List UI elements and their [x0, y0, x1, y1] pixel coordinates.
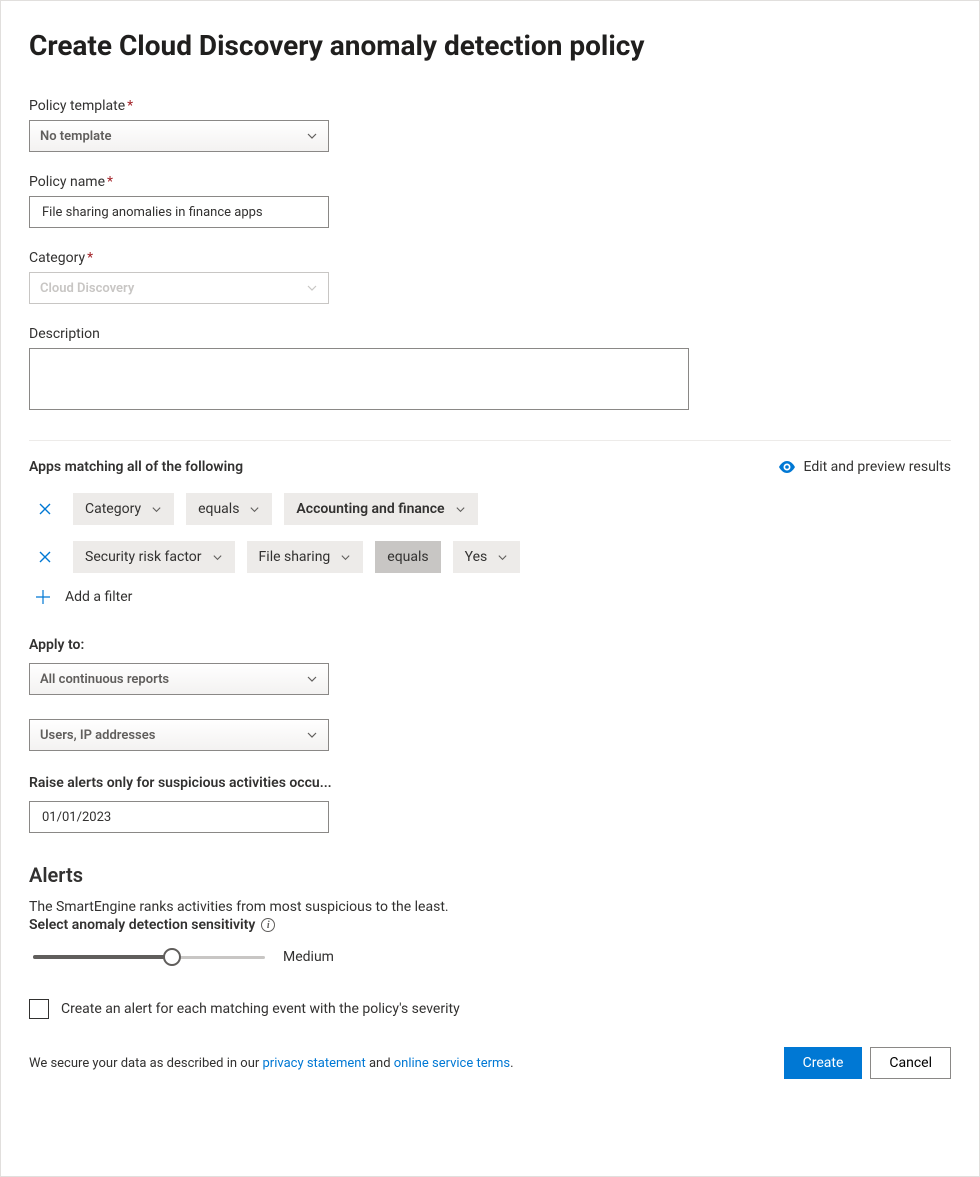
policy-name-label: Policy name*	[29, 174, 951, 190]
sensitivity-slider[interactable]	[33, 947, 265, 967]
preview-results-link[interactable]: Edit and preview results	[778, 459, 952, 475]
apply-to-label: Apply to:	[29, 637, 951, 653]
filters-title: Apps matching all of the following	[29, 459, 243, 475]
filter-sub-text: File sharing	[259, 549, 331, 565]
filter-op-pill[interactable]: equals	[375, 541, 440, 573]
chevron-down-icon	[151, 504, 162, 515]
smartengine-text: The SmartEngine ranks activities from mo…	[29, 899, 951, 915]
filter-sub-pill[interactable]: File sharing	[247, 541, 364, 573]
policy-name-input[interactable]	[40, 197, 318, 227]
category-select: Cloud Discovery	[29, 272, 329, 304]
apply-to-scope-value: Users, IP addresses	[40, 728, 155, 743]
legal-text: We secure your data as described in our …	[29, 1056, 514, 1071]
raise-alerts-date-input[interactable]	[40, 802, 318, 832]
add-filter-label: Add a filter	[65, 589, 132, 605]
info-icon[interactable]: i	[261, 918, 275, 932]
filters-header: Apps matching all of the following Edit …	[29, 459, 951, 475]
chevron-down-icon	[455, 504, 466, 515]
filter-value-text: Accounting and finance	[296, 501, 444, 517]
policy-template-label: Policy template*	[29, 98, 951, 114]
sensitivity-label-text: Select anomaly detection sensitivity	[29, 917, 255, 933]
remove-filter-button[interactable]	[35, 547, 55, 567]
required-asterisk: *	[127, 98, 133, 114]
create-alert-checkbox-row: Create an alert for each matching event …	[29, 999, 951, 1019]
required-asterisk: *	[107, 174, 113, 190]
create-alert-checkbox-label: Create an alert for each matching event …	[61, 1001, 460, 1017]
apply-to-scope-select[interactable]: Users, IP addresses	[29, 719, 329, 751]
policy-template-field: Policy template* No template	[29, 98, 951, 152]
section-divider	[29, 440, 951, 441]
privacy-link[interactable]: privacy statement	[263, 1056, 366, 1071]
filter-field-text: Category	[85, 501, 141, 517]
policy-name-input-wrapper	[29, 196, 329, 228]
filter-op-pill[interactable]: equals	[186, 493, 272, 525]
raise-alerts-date-wrapper	[29, 801, 329, 833]
policy-template-value: No template	[40, 129, 111, 144]
eye-icon	[778, 461, 796, 473]
filter-row: Category equals Accounting and finance	[29, 493, 951, 525]
raise-alerts-label: Raise alerts only for suspicious activit…	[29, 775, 951, 791]
cancel-button[interactable]: Cancel	[870, 1047, 951, 1079]
chevron-down-icon	[306, 673, 318, 685]
policy-name-label-text: Policy name	[29, 174, 105, 190]
footer-row: We secure your data as described in our …	[29, 1047, 951, 1079]
description-textarea[interactable]	[29, 348, 689, 410]
chevron-down-icon	[340, 552, 351, 563]
apply-to-reports-value: All continuous reports	[40, 672, 169, 687]
terms-link[interactable]: online service terms	[394, 1056, 510, 1071]
policy-form: Create Cloud Discovery anomaly detection…	[0, 0, 980, 1177]
alerts-heading: Alerts	[29, 863, 951, 887]
preview-results-text: Edit and preview results	[804, 459, 952, 475]
category-label-text: Category	[29, 250, 85, 266]
legal-prefix: We secure your data as described in our	[29, 1056, 263, 1071]
add-filter-button[interactable]: Add a filter	[35, 589, 951, 605]
apply-to-section: All continuous reports Users, IP address…	[29, 663, 951, 751]
close-icon	[38, 550, 52, 564]
chevron-down-icon	[497, 552, 508, 563]
chevron-down-icon	[306, 282, 318, 294]
description-field: Description	[29, 326, 951, 414]
sensitivity-slider-row: Medium	[33, 947, 951, 967]
page-title: Create Cloud Discovery anomaly detection…	[29, 29, 951, 62]
plus-icon	[35, 589, 51, 605]
footer-buttons: Create Cancel	[784, 1047, 951, 1079]
filter-row: Security risk factor File sharing equals…	[29, 541, 951, 573]
close-icon	[38, 502, 52, 516]
policy-template-label-text: Policy template	[29, 98, 125, 114]
sensitivity-value: Medium	[283, 949, 334, 965]
slider-thumb[interactable]	[163, 948, 181, 966]
category-value: Cloud Discovery	[40, 281, 134, 296]
policy-name-field: Policy name*	[29, 174, 951, 228]
description-label: Description	[29, 326, 951, 342]
filter-value-text: Yes	[465, 549, 488, 565]
filter-field-pill[interactable]: Category	[73, 493, 174, 525]
category-field: Category* Cloud Discovery	[29, 250, 951, 304]
filter-value-pill[interactable]: Yes	[453, 541, 521, 573]
required-asterisk: *	[87, 250, 93, 266]
chevron-down-icon	[306, 729, 318, 741]
sensitivity-label: Select anomaly detection sensitivity i	[29, 917, 951, 933]
category-label: Category*	[29, 250, 951, 266]
chevron-down-icon	[212, 552, 223, 563]
filter-op-text: equals	[387, 549, 428, 565]
legal-suffix: .	[510, 1056, 513, 1071]
filter-op-text: equals	[198, 501, 239, 517]
create-button[interactable]: Create	[784, 1047, 863, 1079]
slider-track-fill	[33, 955, 172, 959]
filter-value-pill[interactable]: Accounting and finance	[284, 493, 477, 525]
chevron-down-icon	[306, 130, 318, 142]
filter-field-pill[interactable]: Security risk factor	[73, 541, 235, 573]
apply-to-reports-select[interactable]: All continuous reports	[29, 663, 329, 695]
legal-mid: and	[366, 1056, 394, 1071]
policy-template-select[interactable]: No template	[29, 120, 329, 152]
remove-filter-button[interactable]	[35, 499, 55, 519]
create-alert-checkbox[interactable]	[29, 999, 49, 1019]
chevron-down-icon	[249, 504, 260, 515]
filter-field-text: Security risk factor	[85, 549, 202, 565]
